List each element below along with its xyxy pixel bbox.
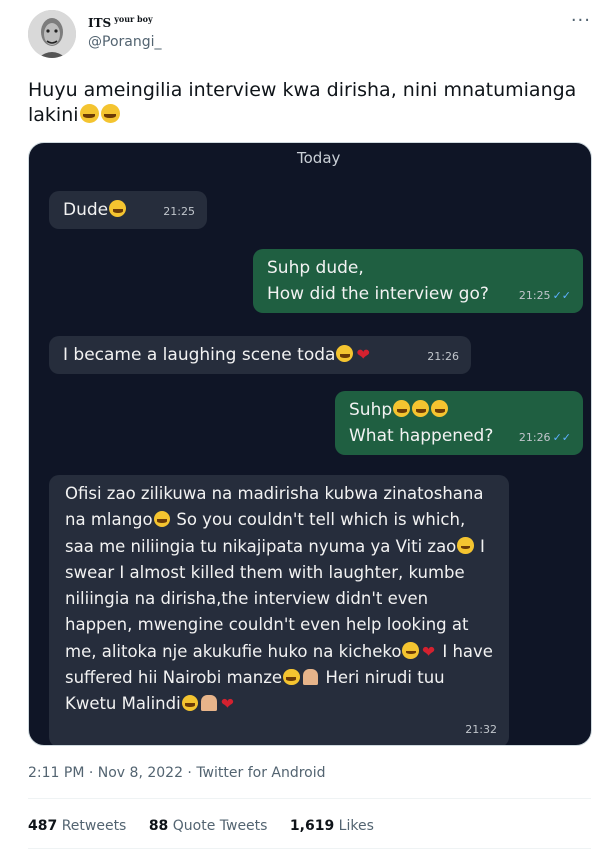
more-options-icon[interactable]: ··· — [571, 10, 591, 31]
laughing-emoji-icon — [402, 642, 419, 659]
retweets-count: 487 — [28, 818, 58, 834]
message-time: 21:25 ✓✓ — [519, 283, 571, 309]
crying-laughing-emoji-icon — [457, 537, 474, 554]
laughing-emoji-icon — [79, 104, 99, 124]
message-text: I became a laughing scene toda — [63, 345, 336, 365]
grinning-emoji-icon — [109, 200, 127, 218]
read-ticks-icon: ✓✓ — [552, 289, 571, 302]
broken-heart-icon: ❤ — [220, 694, 234, 714]
message-time-text: 21:26 — [518, 431, 551, 444]
facepalm-emoji-icon — [201, 694, 217, 712]
divider — [28, 848, 591, 849]
chat-message-incoming: Ofisi zao zilikuwa na madirisha kubwa zi… — [49, 475, 509, 745]
divider — [28, 798, 591, 799]
user-handle[interactable]: @Porangi_ — [88, 34, 162, 50]
likes-label: Likes — [338, 818, 374, 834]
laughing-emoji-icon — [283, 668, 300, 686]
tweet-media-image[interactable]: Today Dude 21:25 Suhp dude, How did the … — [28, 142, 592, 746]
display-name[interactable]: ITS your boy — [88, 14, 153, 30]
display-name-text: ITS — [88, 16, 112, 30]
message-text: Ofisi zao zilikuwa na madirisha kubwa — [65, 484, 379, 503]
laughing-emoji-icon — [412, 400, 430, 418]
likes-link[interactable]: 1,619 Likes — [290, 818, 374, 834]
laughing-emoji-icon — [431, 400, 449, 418]
quotes-label: Quote Tweets — [172, 818, 268, 834]
likes-count: 1,619 — [289, 818, 335, 834]
facepalm-emoji-icon — [302, 668, 319, 686]
display-name-sup: your boy — [114, 14, 153, 24]
quotes-count: 88 — [148, 818, 169, 834]
message-text: Dude — [63, 200, 109, 220]
message-time: 21:32 — [465, 722, 497, 736]
grinning-emoji-icon — [336, 345, 354, 363]
chat-day-label: Today — [297, 149, 341, 167]
chat-message-incoming: I became a laughing scene toda ❤ 21:26 — [49, 336, 471, 374]
retweets-link[interactable]: 487 Retweets — [28, 818, 126, 834]
read-ticks-icon: ✓✓ — [552, 431, 571, 444]
quote-tweets-link[interactable]: 88 Quote Tweets — [149, 818, 268, 834]
message-time: 21:25 — [163, 205, 195, 218]
message-text: Suhp dude, — [267, 258, 364, 278]
tweet-timestamp[interactable]: 2:11 PM · Nov 8, 2022 · Twitter for Andr… — [28, 765, 326, 781]
broken-heart-icon: ❤ — [421, 641, 436, 661]
chat-message-outgoing: Suhp What happened? 21:26 ✓✓ — [335, 391, 583, 455]
tweet-text: Huyu ameingilia interview kwa dirisha, n… — [28, 78, 588, 128]
chat-message-outgoing: Suhp dude, How did the interview go? 21:… — [253, 249, 583, 313]
message-time: 21:26 — [427, 350, 459, 363]
message-text: Suhp — [349, 400, 393, 420]
laughing-emoji-icon — [181, 694, 199, 712]
message-time-text: 21:25 — [518, 289, 551, 302]
message-time: 21:26 ✓✓ — [519, 425, 571, 451]
grinning-emoji-icon — [153, 510, 171, 528]
tweet-stats: 487 Retweets 88 Quote Tweets 1,619 Likes — [28, 818, 392, 834]
laughing-emoji-icon — [100, 104, 120, 124]
laughing-emoji-icon — [393, 400, 411, 418]
broken-heart-icon: ❤ — [356, 345, 370, 364]
avatar[interactable] — [28, 10, 76, 58]
chat-message-incoming: Dude 21:25 — [49, 191, 207, 229]
avatar-portrait-icon — [28, 10, 76, 58]
retweets-label: Retweets — [61, 818, 127, 834]
